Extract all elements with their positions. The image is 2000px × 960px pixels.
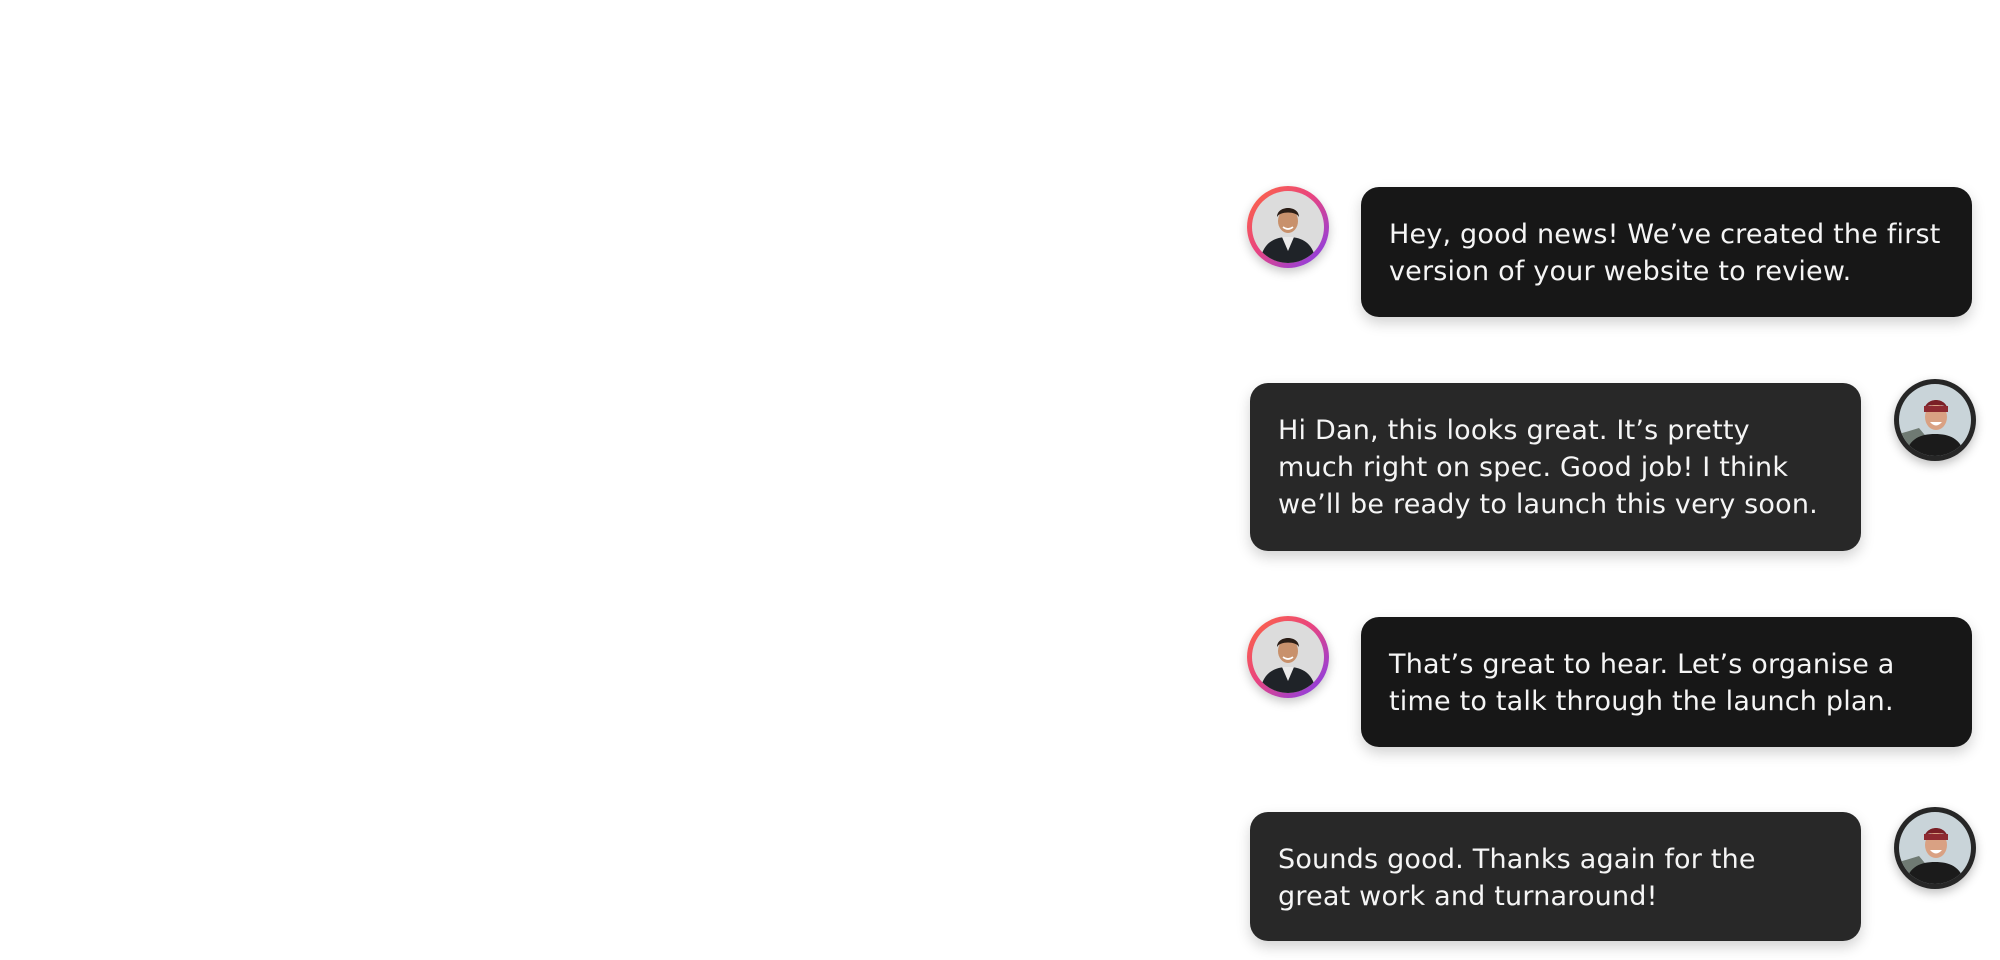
client-avatar-icon xyxy=(1899,384,1971,456)
agent-avatar[interactable] xyxy=(1247,186,1329,268)
agent-avatar-icon xyxy=(1252,621,1324,693)
message-text: That’s great to hear. Let’s organise a t… xyxy=(1389,649,1895,717)
client-avatar[interactable] xyxy=(1894,379,1976,461)
message-text: Hi Dan, this looks great. It’s pretty mu… xyxy=(1278,415,1818,520)
message-text: Sounds good. Thanks again for the great … xyxy=(1278,844,1756,912)
message-text: Hey, good news! We’ve created the first … xyxy=(1389,219,1941,287)
client-avatar[interactable] xyxy=(1894,807,1976,889)
chat-thread: Hey, good news! We’ve created the first … xyxy=(0,0,2000,960)
message-bubble-agent: Hey, good news! We’ve created the first … xyxy=(1361,187,1972,317)
agent-avatar-icon xyxy=(1252,191,1324,263)
message-bubble-client: Sounds good. Thanks again for the great … xyxy=(1250,812,1861,941)
message-bubble-client: Hi Dan, this looks great. It’s pretty mu… xyxy=(1250,383,1861,551)
agent-avatar[interactable] xyxy=(1247,616,1329,698)
client-avatar-icon xyxy=(1899,812,1971,884)
message-bubble-agent: That’s great to hear. Let’s organise a t… xyxy=(1361,617,1972,747)
